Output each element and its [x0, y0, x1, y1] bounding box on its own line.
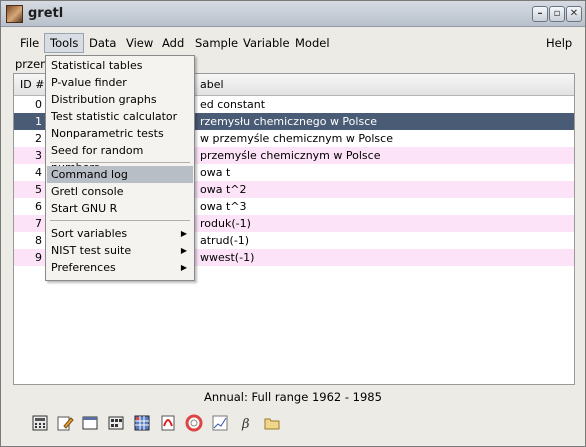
menu-item-command-log[interactable]: Command log [47, 166, 193, 183]
menu-item-statistical-tables[interactable]: Statistical tables [47, 57, 193, 74]
calculator-icon[interactable] [31, 414, 49, 432]
row-label: wwest(-1) [200, 251, 255, 264]
menu-item-nonparametric-tests[interactable]: Nonparametric tests [47, 125, 193, 142]
menu-item-distribution-graphs[interactable]: Distribution graphs [47, 91, 193, 108]
row-id: 3 [35, 149, 42, 162]
menu-view[interactable]: View [121, 33, 158, 53]
menu-item-sort-variables[interactable]: Sort variables ▶ [47, 225, 193, 242]
title-bar[interactable]: gretl – ▫ ✕ [1, 1, 585, 27]
menu-item-label: Preferences [51, 261, 116, 274]
menu-variable[interactable]: Variable [238, 33, 295, 53]
help-icon[interactable] [185, 414, 203, 432]
menu-item-seed-random-numbers[interactable]: Seed for random numbers [47, 142, 193, 174]
row-label: w przemyśle chemicznym w Polsce [200, 132, 393, 145]
row-id: 5 [35, 183, 42, 196]
row-id: 9 [35, 251, 42, 264]
menu-separator [50, 220, 190, 221]
status-bar: Annual: Full range 1962 - 1985 [204, 390, 382, 404]
row-id: 7 [35, 217, 42, 230]
row-id: 1 [35, 115, 42, 128]
column-header-id[interactable]: ID # [20, 78, 44, 91]
app-window: gretl – ▫ ✕ File Tools Data View Add Sam… [0, 0, 586, 447]
menu-model[interactable]: Model [290, 33, 335, 53]
menu-file[interactable]: File [15, 33, 44, 53]
matrix-icon[interactable] [133, 414, 151, 432]
row-label: przemyśle chemicznym w Polsce [200, 149, 381, 162]
pdf-icon[interactable] [159, 414, 177, 432]
column-header-label[interactable]: abel [200, 78, 224, 91]
close-button[interactable]: ✕ [566, 6, 582, 22]
gretl-app-icon[interactable] [6, 5, 23, 23]
menu-item-start-gnu-r[interactable]: Start GNU R [47, 200, 193, 217]
row-id: 2 [35, 132, 42, 145]
menu-item-nist-test-suite[interactable]: NIST test suite ▶ [47, 242, 193, 259]
row-label: ed constant [200, 98, 266, 111]
row-id: 8 [35, 234, 42, 247]
row-label: rzemysłu chemicznego w Polsce [200, 115, 378, 128]
row-label: owa t^2 [200, 183, 247, 196]
terminal-icon[interactable] [81, 414, 99, 432]
menu-item-gretl-console[interactable]: Gretl console [47, 183, 193, 200]
row-label: owa t [200, 166, 231, 179]
row-label: atrud(-1) [200, 234, 250, 247]
menu-item-test-statistic-calculator[interactable]: Test statistic calculator [47, 108, 193, 125]
menu-sample[interactable]: Sample [190, 33, 243, 53]
menu-add[interactable]: Add [157, 33, 189, 53]
minimize-button[interactable]: – [532, 6, 548, 22]
window-title: gretl [28, 6, 64, 21]
menubar: File Tools Data View Add Sample Variable… [1, 31, 585, 55]
folder-icon[interactable] [263, 414, 281, 432]
row-id: 0 [35, 98, 42, 111]
row-id: 4 [35, 166, 42, 179]
edit-icon[interactable] [56, 414, 74, 432]
menu-item-preferences[interactable]: Preferences ▶ [47, 259, 193, 276]
row-label: owa t^3 [200, 200, 247, 213]
menu-help[interactable]: Help [541, 33, 577, 53]
menu-tools[interactable]: Tools [44, 33, 85, 53]
submenu-arrow-icon: ▶ [180, 229, 187, 238]
plot-icon[interactable] [211, 414, 229, 432]
menu-item-label: NIST test suite [51, 244, 132, 257]
menu-data[interactable]: Data [84, 33, 121, 53]
session-icon[interactable] [107, 414, 125, 432]
row-id: 6 [35, 200, 42, 213]
submenu-arrow-icon: ▶ [180, 263, 187, 272]
svg-text:β: β [241, 417, 250, 432]
tools-dropdown-menu: Statistical tables P-value finder Distri… [45, 55, 195, 281]
row-label: roduk(-1) [200, 217, 251, 230]
beta-icon[interactable]: β [237, 414, 255, 432]
menu-item-label: Sort variables [51, 227, 128, 240]
menu-separator [50, 162, 190, 163]
maximize-button[interactable]: ▫ [549, 6, 565, 22]
menu-item-p-value-finder[interactable]: P-value finder [47, 74, 193, 91]
submenu-arrow-icon: ▶ [180, 246, 187, 255]
